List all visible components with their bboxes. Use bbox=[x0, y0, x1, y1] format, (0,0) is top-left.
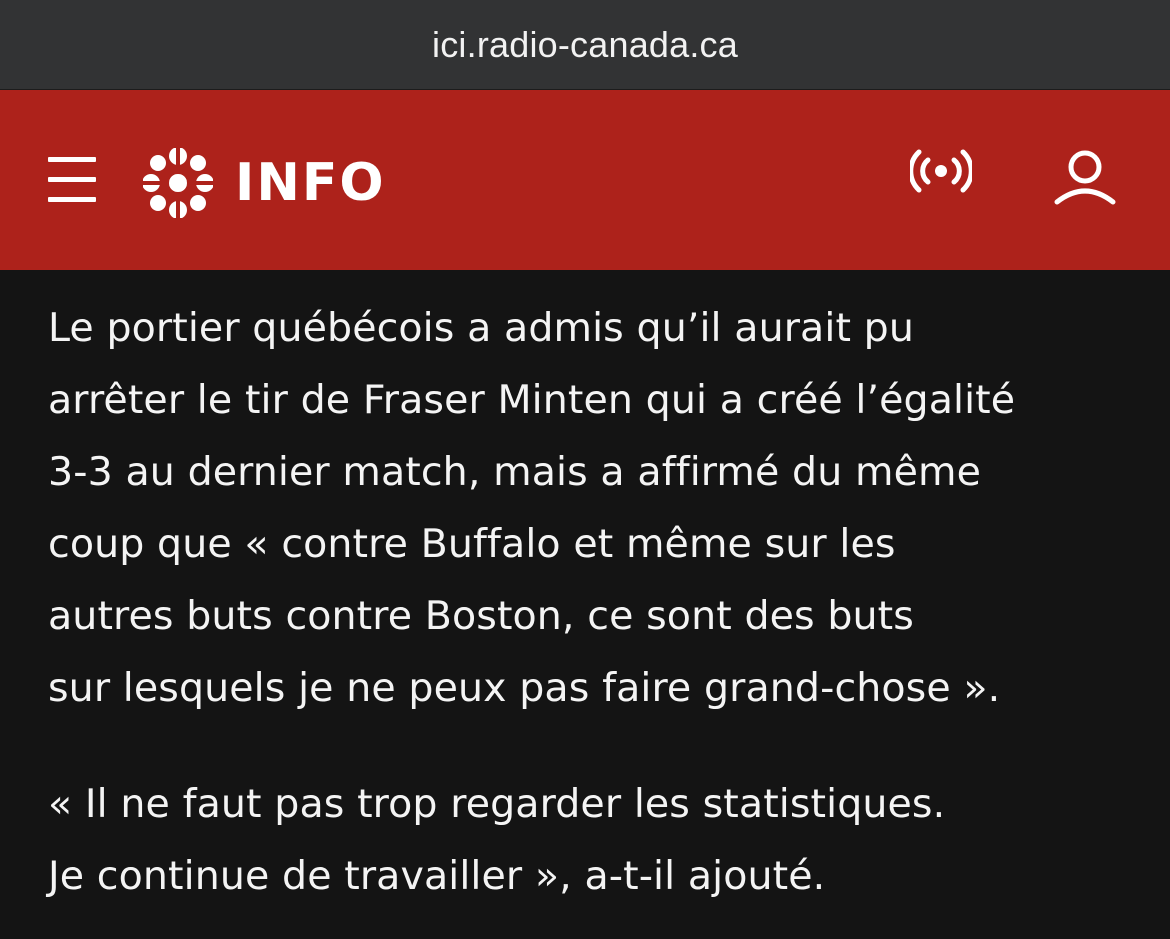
user-account-icon[interactable] bbox=[1054, 150, 1116, 210]
brand-link[interactable]: INFO bbox=[143, 148, 386, 218]
article-paragraph: Le portier québécois a admis qu’il aurai… bbox=[48, 305, 1016, 711]
cbc-gem-logo-icon bbox=[143, 148, 213, 218]
url-text[interactable]: ici.radio-canada.ca bbox=[432, 24, 738, 66]
live-broadcast-icon[interactable] bbox=[910, 148, 972, 194]
site-header: INFO bbox=[0, 90, 1170, 270]
brand-title: INFO bbox=[235, 153, 386, 213]
hamburger-menu-icon[interactable] bbox=[48, 157, 96, 202]
article-body: Le portier québécois a admis qu’il aurai… bbox=[0, 270, 1170, 912]
browser-address-bar[interactable]: ici.radio-canada.ca bbox=[0, 0, 1170, 90]
article-paragraph: « Il ne faut pas trop regarder les stati… bbox=[48, 781, 946, 899]
